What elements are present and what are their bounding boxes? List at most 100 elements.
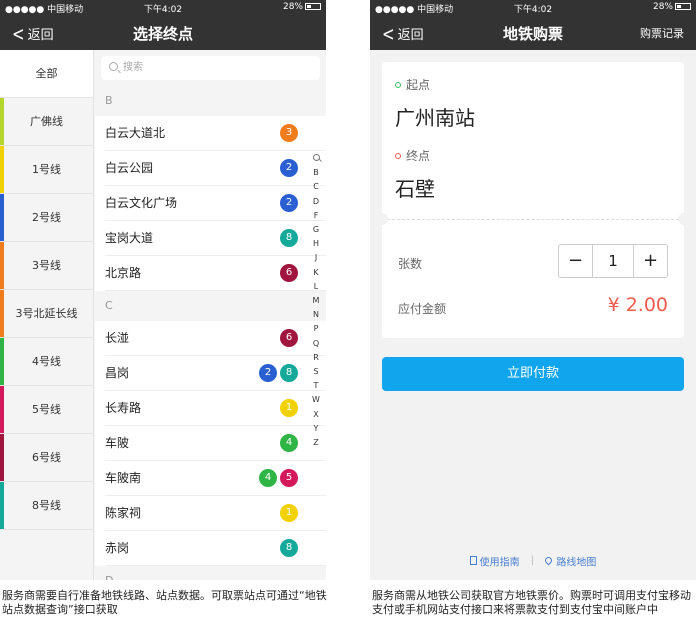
line-label: 3号北延长线 — [15, 307, 78, 320]
index-search-icon[interactable] — [312, 154, 320, 161]
station-name: 白云公园 — [105, 161, 154, 175]
index-letter[interactable]: W — [310, 393, 322, 407]
line-item[interactable]: 4号线 — [0, 338, 93, 386]
index-letter[interactable]: S — [310, 365, 322, 379]
line-badges: 4 — [280, 434, 298, 452]
index-letter[interactable]: G — [310, 223, 322, 237]
line-color-bar — [0, 482, 4, 529]
index-letter[interactable]: T — [310, 379, 322, 393]
station-row[interactable]: 白云文化广场 2 — [105, 186, 326, 221]
line-label: 4号线 — [32, 355, 61, 368]
index-letter[interactable]: H — [310, 237, 322, 251]
station-row[interactable]: 车陂 4 — [105, 426, 326, 461]
index-letter[interactable]: X — [310, 408, 322, 422]
station-row[interactable]: 陈家祠 1 — [105, 496, 326, 531]
line-badges: 8 — [280, 539, 298, 557]
caption-right: 服务商需从地铁公司获取官方地铁票价。购票时可调用支付宝移动支付或手机网站支付接口… — [372, 589, 691, 616]
station-name: 昌岗 — [105, 366, 130, 380]
index-letter[interactable]: J — [310, 251, 322, 265]
line-item[interactable]: 3号线 — [0, 242, 93, 290]
status-bar: ●●●●● 中国移动 下午4:02 28% — [0, 0, 326, 16]
line-badge: 8 — [280, 539, 298, 557]
line-badge: 4 — [259, 469, 277, 487]
index-letter[interactable]: Y — [310, 422, 322, 436]
page-title: 选择终点 — [132, 25, 193, 43]
route-map-link[interactable]: 路线地图 — [543, 555, 597, 568]
station-row[interactable]: 长湴 6 — [105, 321, 326, 356]
station-row[interactable]: 长寿路 1 — [105, 391, 326, 426]
quantity-stepper: − 1 + — [558, 244, 668, 278]
line-list[interactable]: 全部广佛线 1号线 2号线 3号线 3号北延长线 4号线 5号线 6号线 8号线 — [0, 50, 94, 580]
alphabet-index[interactable]: BCDFGHJKLMNPQRSTWXYZ — [310, 152, 322, 450]
station-name: 车陂 — [105, 436, 130, 450]
index-letter[interactable]: M — [310, 294, 322, 308]
line-badge: 2 — [280, 159, 298, 177]
line-item[interactable]: 1号线 — [0, 146, 93, 194]
plus-button[interactable]: + — [634, 245, 667, 277]
index-letter[interactable]: B — [310, 166, 322, 180]
battery-text: 28% — [282, 2, 303, 12]
map-pin-icon — [543, 555, 554, 566]
line-badge: 6 — [280, 329, 298, 347]
line-item[interactable]: 2号线 — [0, 194, 93, 242]
line-item[interactable]: 全部 — [0, 50, 93, 98]
section-header: B — [95, 86, 326, 116]
index-letter[interactable]: D — [310, 195, 322, 209]
station-list[interactable]: 搜索 B 白云大道北 3 白云公园 2 白云文化广场 2 宝岗大道 8 北京路 6 C 长湴 6 昌岗 2 8 长… — [95, 50, 326, 580]
station-row[interactable]: 车陂南 4 5 — [105, 461, 326, 496]
purchase-history-link[interactable]: 购票记录 — [640, 25, 684, 41]
line-badge: 2 — [280, 194, 298, 212]
search-placeholder: 搜索 — [123, 62, 143, 73]
index-letter[interactable]: Z — [310, 436, 322, 450]
station-row[interactable]: 昌岗 2 8 — [105, 356, 326, 391]
index-letter[interactable]: K — [310, 266, 322, 280]
line-badges: 1 — [280, 504, 298, 522]
line-badge: 1 — [280, 504, 298, 522]
line-color-bar — [0, 146, 4, 193]
line-label: 全部 — [35, 67, 58, 80]
index-letter[interactable]: F — [310, 209, 322, 223]
search-input[interactable]: 搜索 — [101, 56, 320, 80]
index-letter[interactable]: L — [310, 280, 322, 294]
minus-button[interactable]: − — [559, 245, 592, 277]
amount-label: 应付金额 — [398, 302, 447, 316]
destination-station[interactable]: 石壁 — [395, 173, 435, 202]
user-guide-link[interactable]: 使用指南 — [469, 556, 520, 568]
station-row[interactable]: 白云公园 2 — [105, 151, 326, 186]
origin-station[interactable]: 广州南站 — [395, 102, 475, 131]
ticket-card: 起点 广州南站 终点 石壁 张数 − 1 + 应付金额 ¥ 2.00 — [376, 62, 690, 338]
line-item[interactable]: 8号线 — [0, 482, 93, 530]
station-name: 白云文化广场 — [105, 196, 178, 210]
line-color-bar — [0, 290, 4, 337]
index-letter[interactable]: P — [310, 322, 322, 336]
battery-icon — [305, 3, 321, 10]
line-item[interactable]: 5号线 — [0, 386, 93, 434]
line-badge: 6 — [280, 264, 298, 282]
status-bar: ●●●●● 中国移动 下午4:02 28% — [370, 0, 696, 16]
station-row[interactable]: 白云大道北 3 — [105, 116, 326, 151]
line-item[interactable]: 6号线 — [0, 434, 93, 482]
line-badges: 2 — [280, 159, 298, 177]
index-letter[interactable]: N — [310, 308, 322, 322]
line-item[interactable]: 3号北延长线 — [0, 290, 93, 338]
route-map-label: 路线地图 — [556, 557, 597, 568]
index-letter[interactable]: R — [310, 351, 322, 365]
line-color-bar — [0, 386, 4, 433]
quantity-label: 张数 — [398, 257, 423, 271]
station-row[interactable]: 赤岗 8 — [105, 531, 326, 566]
destination-dot-icon — [395, 153, 401, 159]
station-row[interactable]: 宝岗大道 8 — [105, 221, 326, 256]
line-badge: 4 — [280, 434, 298, 452]
bottom-links: 使用指南 | 路线地图 — [370, 553, 696, 568]
index-letter[interactable]: Q — [310, 337, 322, 351]
station-row[interactable]: 北京路 6 — [105, 256, 326, 291]
quantity-value[interactable]: 1 — [592, 245, 634, 277]
line-label: 1号线 — [32, 163, 61, 176]
destination-label: 终点 — [395, 147, 430, 164]
pay-now-button[interactable]: 立即付款 — [382, 357, 684, 391]
card-notch-left — [376, 213, 388, 225]
card-notch-right — [678, 213, 690, 225]
document-icon — [469, 556, 477, 565]
line-item[interactable]: 广佛线 — [0, 98, 93, 146]
index-letter[interactable]: C — [310, 180, 322, 194]
